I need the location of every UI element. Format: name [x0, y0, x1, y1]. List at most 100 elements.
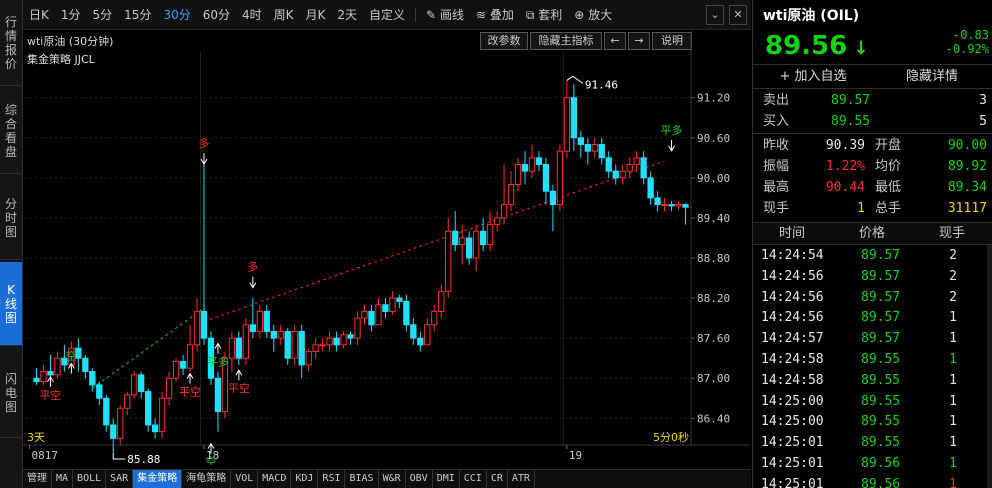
toolbar-divider: [415, 7, 417, 22]
signal-label: 多: [198, 136, 209, 150]
period-0[interactable]: 日K: [23, 6, 55, 23]
tick-time: 14:25:00: [761, 393, 824, 409]
tick-row: 14:24:56 89.57 2: [753, 266, 992, 287]
stat-label: 现手: [763, 201, 790, 216]
period-selector: 日K 1分 5分 15分 30分 60分 4时 周K 月K 2天 自定义: [23, 6, 411, 23]
indicator-tab-2[interactable]: BOLL: [73, 470, 107, 488]
candle-body: [633, 157, 640, 165]
add-watchlist-button[interactable]: + 加入自选: [753, 66, 873, 87]
signal-label: 多: [247, 260, 258, 274]
candle-body: [403, 300, 410, 326]
indicator-tab-10[interactable]: BIAS: [345, 470, 379, 488]
tick-price: 89.55: [861, 352, 901, 367]
candle-body: [445, 230, 452, 292]
period-8[interactable]: 月K: [300, 6, 332, 23]
candle-body: [298, 330, 305, 366]
indicator-tab-16[interactable]: ATR: [508, 470, 535, 488]
compare-icon: ⧉: [525, 8, 535, 22]
left-tab-3[interactable]: K线图: [0, 262, 22, 346]
indicator-tab-14[interactable]: CCI: [460, 470, 487, 488]
period-5[interactable]: 60分: [197, 6, 236, 23]
indicator-tab-6[interactable]: VOL: [231, 470, 259, 488]
left-tab-0[interactable]: 行情报价: [0, 0, 22, 86]
period-2[interactable]: 5分: [87, 6, 119, 23]
period-9[interactable]: 2天: [331, 6, 363, 23]
candle-body: [577, 137, 584, 145]
tick-volume: 2: [949, 248, 957, 263]
draw-line-button[interactable]: ✎ 画线: [420, 6, 470, 23]
zoom-in-button[interactable]: ⊕ 放大: [568, 6, 618, 23]
overlay-button[interactable]: ≋ 叠加: [470, 6, 520, 23]
indicator-tab-1[interactable]: MA: [52, 470, 74, 488]
period-1[interactable]: 1分: [55, 6, 87, 23]
signal-label: 平多: [661, 123, 683, 137]
candle-body: [33, 377, 40, 383]
tick-time: 14:25:01: [761, 476, 824, 488]
bid-row: 买入 89.55 5: [763, 114, 987, 129]
candle-body: [158, 397, 166, 433]
candlestick-chart[interactable]: 91.20 90.60 90.00 89.40 88.80 88.20 87.60 87.00…: [23, 31, 751, 465]
hide-detail-button[interactable]: 隐藏详情: [873, 66, 991, 87]
stat-value: 89.34: [947, 180, 987, 195]
indicator-tab-15[interactable]: CR: [487, 470, 508, 488]
indicator-tab-13[interactable]: DMI: [433, 470, 460, 488]
price-change: -0.83: [952, 28, 989, 42]
period-7[interactable]: 周K: [268, 6, 300, 23]
candle-body: [186, 344, 194, 369]
candle-body: [563, 97, 571, 152]
period-3[interactable]: 15分: [118, 6, 157, 23]
indicator-tab-9[interactable]: RSI: [318, 470, 346, 488]
candle-body: [521, 164, 529, 172]
left-tab-2[interactable]: 分时图: [0, 176, 22, 260]
candle-body: [277, 330, 284, 339]
candle-body: [319, 344, 326, 347]
indicator-tab-7[interactable]: MACD: [258, 470, 292, 488]
arrow-down-icon: ↓: [847, 38, 869, 59]
arbitrage-button[interactable]: ⧉ 套利: [520, 6, 568, 23]
candle-body: [479, 230, 487, 246]
indicator-tab-4[interactable]: 集金策略: [133, 470, 183, 488]
indicator-tab-11[interactable]: W&R: [379, 470, 406, 488]
tick-volume: 1: [949, 352, 957, 367]
period-10[interactable]: 自定义: [363, 6, 411, 23]
candle-body: [151, 424, 159, 433]
tick-scrollbar[interactable]: [987, 245, 992, 488]
left-tab-4[interactable]: 闪电图: [0, 348, 22, 438]
indicator-tab-5[interactable]: 海龟策略: [182, 470, 232, 488]
high-marker: [566, 75, 584, 84]
left-nav: 行情报价综合看盘分时图K线图闪电图: [0, 0, 23, 488]
candle-body: [165, 377, 173, 399]
period-4[interactable]: 30分: [157, 6, 196, 23]
instrument-name: wti原油 (OIL): [763, 8, 860, 24]
tick-volume: 1: [949, 372, 957, 388]
indicator-tab-8[interactable]: KDJ: [291, 470, 319, 488]
stat-value: 90.44: [825, 180, 865, 195]
candle-body: [361, 310, 368, 319]
left-tab-1[interactable]: 综合看盘: [0, 88, 22, 174]
chevron-down-icon[interactable]: ⌄: [706, 5, 724, 25]
indicator-tab-12[interactable]: OBV: [406, 470, 433, 488]
tick-volume: 1: [949, 331, 957, 347]
period-6[interactable]: 4时: [236, 6, 268, 23]
y-tick-label: 89.40: [697, 212, 730, 225]
candle-body: [110, 424, 117, 439]
indicator-tab-0[interactable]: 管理: [23, 470, 52, 488]
signal-label: 空: [205, 455, 216, 465]
candle-body: [682, 204, 689, 208]
period-days-label: 3天: [27, 431, 45, 444]
candle-body: [619, 170, 626, 179]
candle-body: [131, 374, 138, 396]
tick-price: 89.55: [861, 414, 901, 430]
close-icon[interactable]: ✕: [729, 5, 747, 25]
low-label: 85.88: [127, 453, 160, 465]
candle-body: [466, 237, 473, 259]
candle-body: [228, 337, 236, 359]
tick-row: 14:25:01 89.56 1: [753, 474, 992, 488]
candle-body: [40, 371, 47, 383]
signal-label: 平空: [39, 388, 61, 402]
y-tick-label: 91.20: [697, 92, 730, 105]
candle-body: [144, 391, 152, 426]
tick-time: 14:24:56: [761, 268, 824, 284]
tick-volume: 1: [949, 456, 957, 471]
indicator-tab-3[interactable]: SAR: [106, 470, 134, 488]
